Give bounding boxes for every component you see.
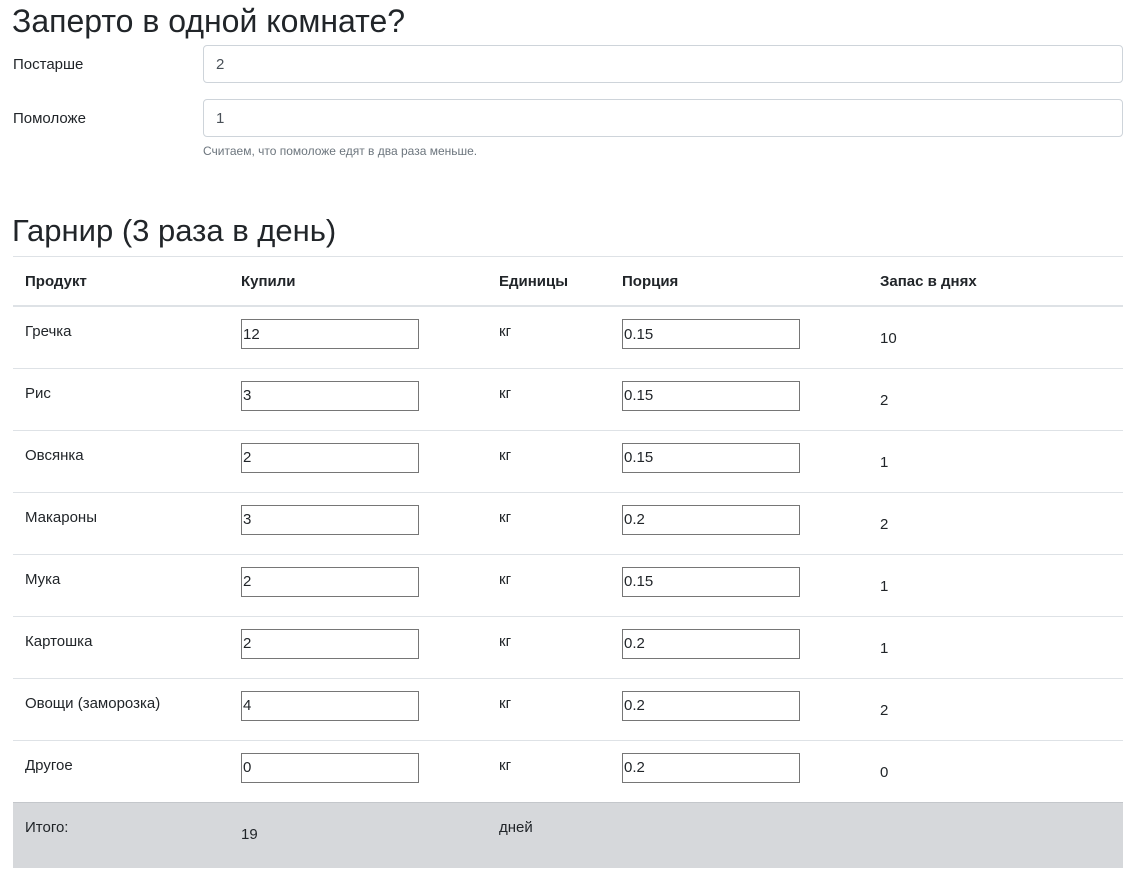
product-name: Картошка: [25, 632, 93, 650]
portion-input[interactable]: [622, 566, 800, 597]
days-value: 1: [880, 577, 889, 595]
total-empty-cell: [610, 801, 868, 868]
product-name: Овощи (заморозка): [25, 694, 161, 712]
table-row: Овсянка кг 1: [13, 429, 1123, 492]
portion-input[interactable]: [622, 752, 800, 783]
column-header-portion: Порция: [610, 256, 868, 307]
portion-input[interactable]: [622, 442, 800, 473]
portion-input[interactable]: [622, 504, 800, 535]
bought-input[interactable]: [241, 319, 419, 349]
bought-input[interactable]: [241, 380, 419, 411]
column-header-days: Запас в днях: [868, 256, 1123, 307]
unit-label: кг: [499, 694, 512, 712]
bought-input[interactable]: [241, 504, 419, 535]
total-row: Итого: 19 дней: [13, 801, 1123, 868]
bought-input[interactable]: [241, 752, 419, 783]
unit-label: кг: [499, 632, 512, 650]
total-label: Итого:: [25, 818, 69, 836]
garnish-section-title: Гарнир (3 раза в день): [12, 213, 337, 248]
days-value: 2: [880, 391, 889, 409]
page-title: Заперто в одной комнате?: [12, 3, 406, 39]
bought-input[interactable]: [241, 628, 419, 659]
portion-input[interactable]: [622, 628, 800, 659]
table-row: Гречка кг 10: [13, 305, 1123, 368]
product-name: Макароны: [25, 508, 97, 526]
days-value: 1: [880, 639, 889, 657]
older-count-input[interactable]: [203, 45, 1123, 83]
days-value: 2: [880, 515, 889, 533]
column-header-bought: Купили: [229, 256, 487, 307]
unit-label: кг: [499, 570, 512, 588]
total-empty-cell: [868, 801, 1123, 868]
garnish-table: Продукт Купили Единицы Порция Запас в дн…: [13, 256, 1123, 868]
product-name: Мука: [25, 570, 61, 588]
younger-count-input[interactable]: [203, 99, 1123, 137]
table-row: Другое кг 0: [13, 739, 1123, 802]
column-header-product: Продукт: [13, 256, 229, 307]
table-row: Овощи (заморозка) кг 2: [13, 677, 1123, 740]
product-name: Гречка: [25, 323, 72, 340]
days-value: 1: [880, 453, 889, 471]
table-header-row: Продукт Купили Единицы Порция Запас в дн…: [13, 256, 1123, 307]
total-unit: дней: [499, 818, 533, 836]
product-name: Овсянка: [25, 446, 84, 464]
unit-label: кг: [499, 323, 512, 340]
older-label: Постарше: [13, 56, 84, 73]
younger-help-text: Считаем, что помоложе едят в два раза ме…: [203, 144, 478, 158]
bought-input[interactable]: [241, 442, 419, 473]
product-name: Другое: [25, 756, 73, 774]
unit-label: кг: [499, 756, 512, 774]
total-value: 19: [241, 825, 258, 843]
unit-label: кг: [499, 508, 512, 526]
days-value: 10: [880, 330, 897, 347]
bought-input[interactable]: [241, 566, 419, 597]
younger-label: Помоложе: [13, 110, 86, 127]
unit-label: кг: [499, 384, 512, 402]
table-row: Мука кг 1: [13, 553, 1123, 616]
portion-input[interactable]: [622, 319, 800, 349]
column-header-unit: Единицы: [487, 256, 610, 307]
table-row: Картошка кг 1: [13, 615, 1123, 678]
days-value: 2: [880, 701, 889, 719]
page: Заперто в одной комнате? Постарше Помоло…: [0, 0, 1133, 884]
unit-label: кг: [499, 446, 512, 464]
table-row: Макароны кг 2: [13, 491, 1123, 554]
table-row: Рис кг 2: [13, 367, 1123, 430]
days-value: 0: [880, 763, 889, 781]
product-name: Рис: [25, 384, 51, 402]
portion-input[interactable]: [622, 690, 800, 721]
portion-input[interactable]: [622, 380, 800, 411]
bought-input[interactable]: [241, 690, 419, 721]
